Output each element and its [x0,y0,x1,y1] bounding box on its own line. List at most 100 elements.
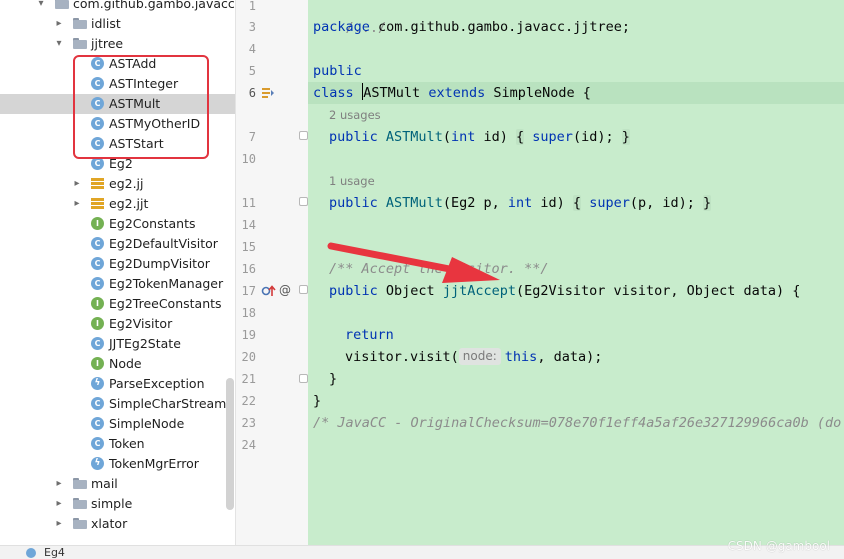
line-number[interactable]: 18 [236,305,256,321]
class-icon: C [91,397,104,410]
tree-item-label: com.github.gambo.javacc [73,0,235,11]
code-line-6[interactable]: class ASTMult extends SimpleNode { [313,82,591,104]
line-number[interactable]: 19 [236,327,256,343]
code-line-21[interactable]: } [329,368,337,390]
tree-item-eg2constants[interactable]: I Eg2Constants [0,214,235,234]
tree-item-idlist[interactable]: ▸ idlist [0,14,235,34]
interface-icon: I [91,297,104,310]
overrides-method-icon[interactable] [261,284,277,298]
tree-item-simplecharstream[interactable]: C SimpleCharStream [0,394,235,414]
editor-tab-label[interactable]: Eg4 [44,546,65,559]
tree-item-eg2tokenmanager[interactable]: C Eg2TokenManager [0,274,235,294]
grammar-file-icon [91,177,104,190]
code-line-1[interactable]: /.../ [313,0,387,36]
folder-icon [73,478,87,489]
code-editor[interactable]: /.../ package com.github.gambo.javacc.jj… [308,0,844,545]
tree-item-tokenmgrerror[interactable]: ϟ TokenMgrError [0,454,235,474]
keyword: this [504,349,538,365]
tree-item-root[interactable]: ▾ com.github.gambo.javacc [0,0,235,14]
parameter-hint: node: [458,348,501,365]
tree-item-eg2-jj[interactable]: ▸ eg2.jj [0,174,235,194]
line-number[interactable]: 16 [236,261,256,277]
tree-item-eg2defaultvisitor[interactable]: C Eg2DefaultVisitor [0,234,235,254]
line-number[interactable]: 22 [236,393,256,409]
code-line-11[interactable]: public ASTMult(Eg2 p, int id) { super(p,… [329,192,712,214]
return-type: Object [377,283,443,299]
fold-marker[interactable] [299,131,308,140]
line-number[interactable]: 21 [236,371,256,387]
fold-marker[interactable] [299,197,308,206]
tree-item-eg2dumpvisitor[interactable]: C Eg2DumpVisitor [0,254,235,274]
tree-item-jjteg2state[interactable]: C JJTEg2State [0,334,235,354]
usages-hint[interactable]: 2 usages [329,104,381,126]
tree-item-label: JJTEg2State [109,336,181,351]
line-number[interactable]: 15 [236,239,256,255]
chevron-right-icon[interactable]: ▸ [54,18,64,30]
tree-item-eg2visitor[interactable]: I Eg2Visitor [0,314,235,334]
chevron-right-icon[interactable]: ▸ [72,198,82,210]
keyword: extends [428,85,486,101]
code-line-19[interactable]: return [345,324,394,346]
tree-item-label: Node [109,356,142,371]
tree-item-xlator[interactable]: ▸ xlator [0,514,235,534]
implements-method-icon[interactable] [261,86,275,100]
tree-item-label: xlator [91,516,128,531]
line-number[interactable]: 3 [236,19,256,35]
fold-marker[interactable] [299,285,308,294]
call: visitor.visit( [345,349,459,365]
code-line-7[interactable]: public ASTMult(int id) { super(id); } [329,126,630,148]
chevron-down-icon[interactable]: ▾ [54,38,64,50]
tree-item-label: Eg2DefaultVisitor [109,236,218,251]
line-number[interactable]: 20 [236,349,256,365]
tree-scrollbar[interactable] [226,378,234,510]
tree-item-jjtree[interactable]: ▾ jjtree [0,34,235,54]
interface-icon: I [91,317,104,330]
exception-class-icon: ϟ [91,457,104,470]
tree-item-simple[interactable]: ▸ simple [0,494,235,514]
line-number[interactable]: 17 [236,283,256,299]
line-number[interactable]: 24 [236,437,256,453]
folder-icon [73,518,87,529]
code-line-20[interactable]: visitor.visit(node: this, data); [345,346,602,368]
tree-item-label: Eg2DumpVisitor [109,256,210,271]
chevron-right-icon[interactable]: ▸ [54,498,64,510]
line-number[interactable]: 4 [236,41,256,57]
code-line-5[interactable]: public [313,60,362,82]
constructor-name: ASTMult [385,195,443,211]
line-number[interactable]: 7 [236,129,256,145]
tree-item-node[interactable]: I Node [0,354,235,374]
params: (Eg2Visitor visitor, Object data) { [515,283,801,299]
params: id) [475,129,508,145]
code-line-17[interactable]: public Object jjtAccept(Eg2Visitor visit… [329,280,800,302]
line-number[interactable]: 5 [236,63,256,79]
line-number[interactable]: 14 [236,217,256,233]
tree-item-mail[interactable]: ▸ mail [0,474,235,494]
tree-item-eg2treeconstants[interactable]: I Eg2TreeConstants [0,294,235,314]
line-number[interactable]: 11 [236,195,256,211]
folder-icon [55,0,69,9]
tree-item-label: eg2.jj [109,176,144,191]
code-line-22[interactable]: } [313,390,321,412]
chevron-down-icon[interactable]: ▾ [36,0,46,10]
line-number[interactable]: 1 [236,0,256,14]
chevron-right-icon[interactable]: ▸ [54,518,64,530]
annotation-at-icon[interactable]: @ [279,283,291,297]
code-line-23[interactable]: /* JavaCC - OriginalChecksum=078e70f1eff… [313,412,844,434]
line-number[interactable]: 10 [236,151,256,167]
chevron-right-icon[interactable]: ▸ [54,478,64,490]
tree-item-label: idlist [91,16,121,31]
class-icon: C [91,277,104,290]
class-icon: C [91,417,104,430]
line-number[interactable]: 23 [236,415,256,431]
tree-item-parseexception[interactable]: ϟ ParseException [0,374,235,394]
tree-item-simplenode[interactable]: C SimpleNode [0,414,235,434]
tree-item-token[interactable]: C Token [0,434,235,454]
fold-marker[interactable] [299,374,308,383]
usages-hint[interactable]: 1 usage [329,170,375,192]
tree-item-eg2-jjt[interactable]: ▸ eg2.jjt [0,194,235,214]
code-line-16[interactable]: /** Accept the visitor. **/ [329,258,548,280]
chevron-right-icon[interactable]: ▸ [72,178,82,190]
code-line-3[interactable]: package com.github.gambo.javacc.jjtree; [313,16,630,38]
interface-icon: I [91,357,104,370]
line-number[interactable]: 6 [236,85,256,101]
